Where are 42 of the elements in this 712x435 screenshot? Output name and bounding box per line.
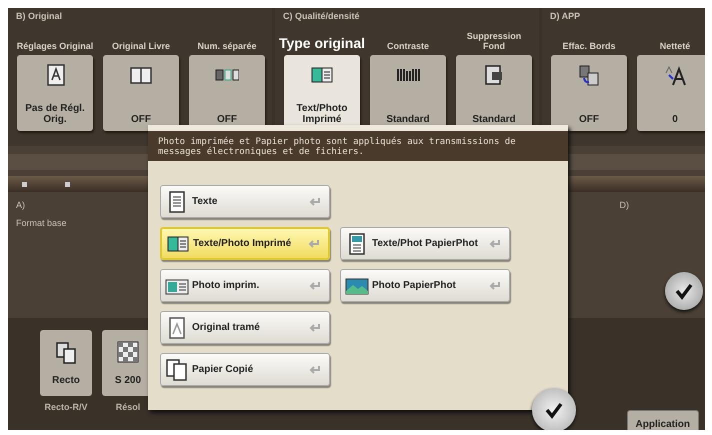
- group-title: B) Original: [16, 11, 64, 21]
- return-arrow-icon: [489, 280, 501, 290]
- setting-label: Suppression Fond: [466, 31, 522, 51]
- setting-label: Num. séparée: [197, 41, 257, 51]
- return-arrow-icon: [309, 364, 321, 374]
- setting-label: Contraste: [386, 41, 429, 51]
- return-arrow-icon: [489, 238, 501, 248]
- two-pages-icon: [54, 340, 78, 364]
- section-item: Format base: [16, 218, 67, 228]
- function-tile[interactable]: Recto: [40, 330, 92, 396]
- return-arrow-icon: [309, 322, 321, 332]
- original-type-option[interactable]: Texte/Photo Imprimé: [160, 227, 330, 260]
- setting-label: Type original: [278, 36, 366, 51]
- function-label: Recto-R/V: [44, 402, 88, 412]
- setting-label: Original Livre: [112, 41, 170, 51]
- original-type-option[interactable]: Texte/Phot PapierPhot: [340, 227, 510, 260]
- original-type-option[interactable]: Photo imprim.: [160, 269, 330, 302]
- original-type-option[interactable]: Papier Copié: [160, 353, 330, 386]
- return-arrow-icon: [309, 196, 321, 206]
- original-type-option[interactable]: Photo PapierPhot: [340, 269, 510, 302]
- copied-pages-icon: [165, 358, 189, 382]
- section-title: A): [16, 200, 26, 210]
- original-type-option[interactable]: Texte: [160, 185, 330, 218]
- setting-tile[interactable]: 0: [637, 55, 705, 131]
- return-arrow-icon: [309, 280, 321, 290]
- setting-tile[interactable]: OFF: [551, 55, 627, 131]
- application-button[interactable]: Application: [626, 410, 699, 430]
- setting-label: Réglages Original: [16, 41, 94, 51]
- group-title: D) APP: [550, 11, 582, 21]
- setting-label: Effac. Bords: [562, 41, 616, 51]
- setting-tile[interactable]: OFF: [103, 55, 179, 131]
- setting-label: Netteté: [660, 41, 690, 51]
- checker-pattern-icon: [116, 340, 140, 364]
- confirm-button[interactable]: [665, 272, 703, 310]
- info-message: Photo imprimée et Papier photo sont appliqués aux transmissions de messages électroniques et de fichiers.: [148, 125, 568, 161]
- section-title: D): [620, 200, 629, 212]
- original-type-option[interactable]: Original tramé: [160, 311, 330, 344]
- function-label: Résol: [116, 402, 140, 412]
- group-title: C) Qualité/densité: [283, 11, 361, 21]
- setting-tile[interactable]: Pas de Régl. Orig.: [17, 55, 93, 131]
- return-arrow-icon: [308, 238, 320, 248]
- page-edge-icon: [577, 63, 601, 87]
